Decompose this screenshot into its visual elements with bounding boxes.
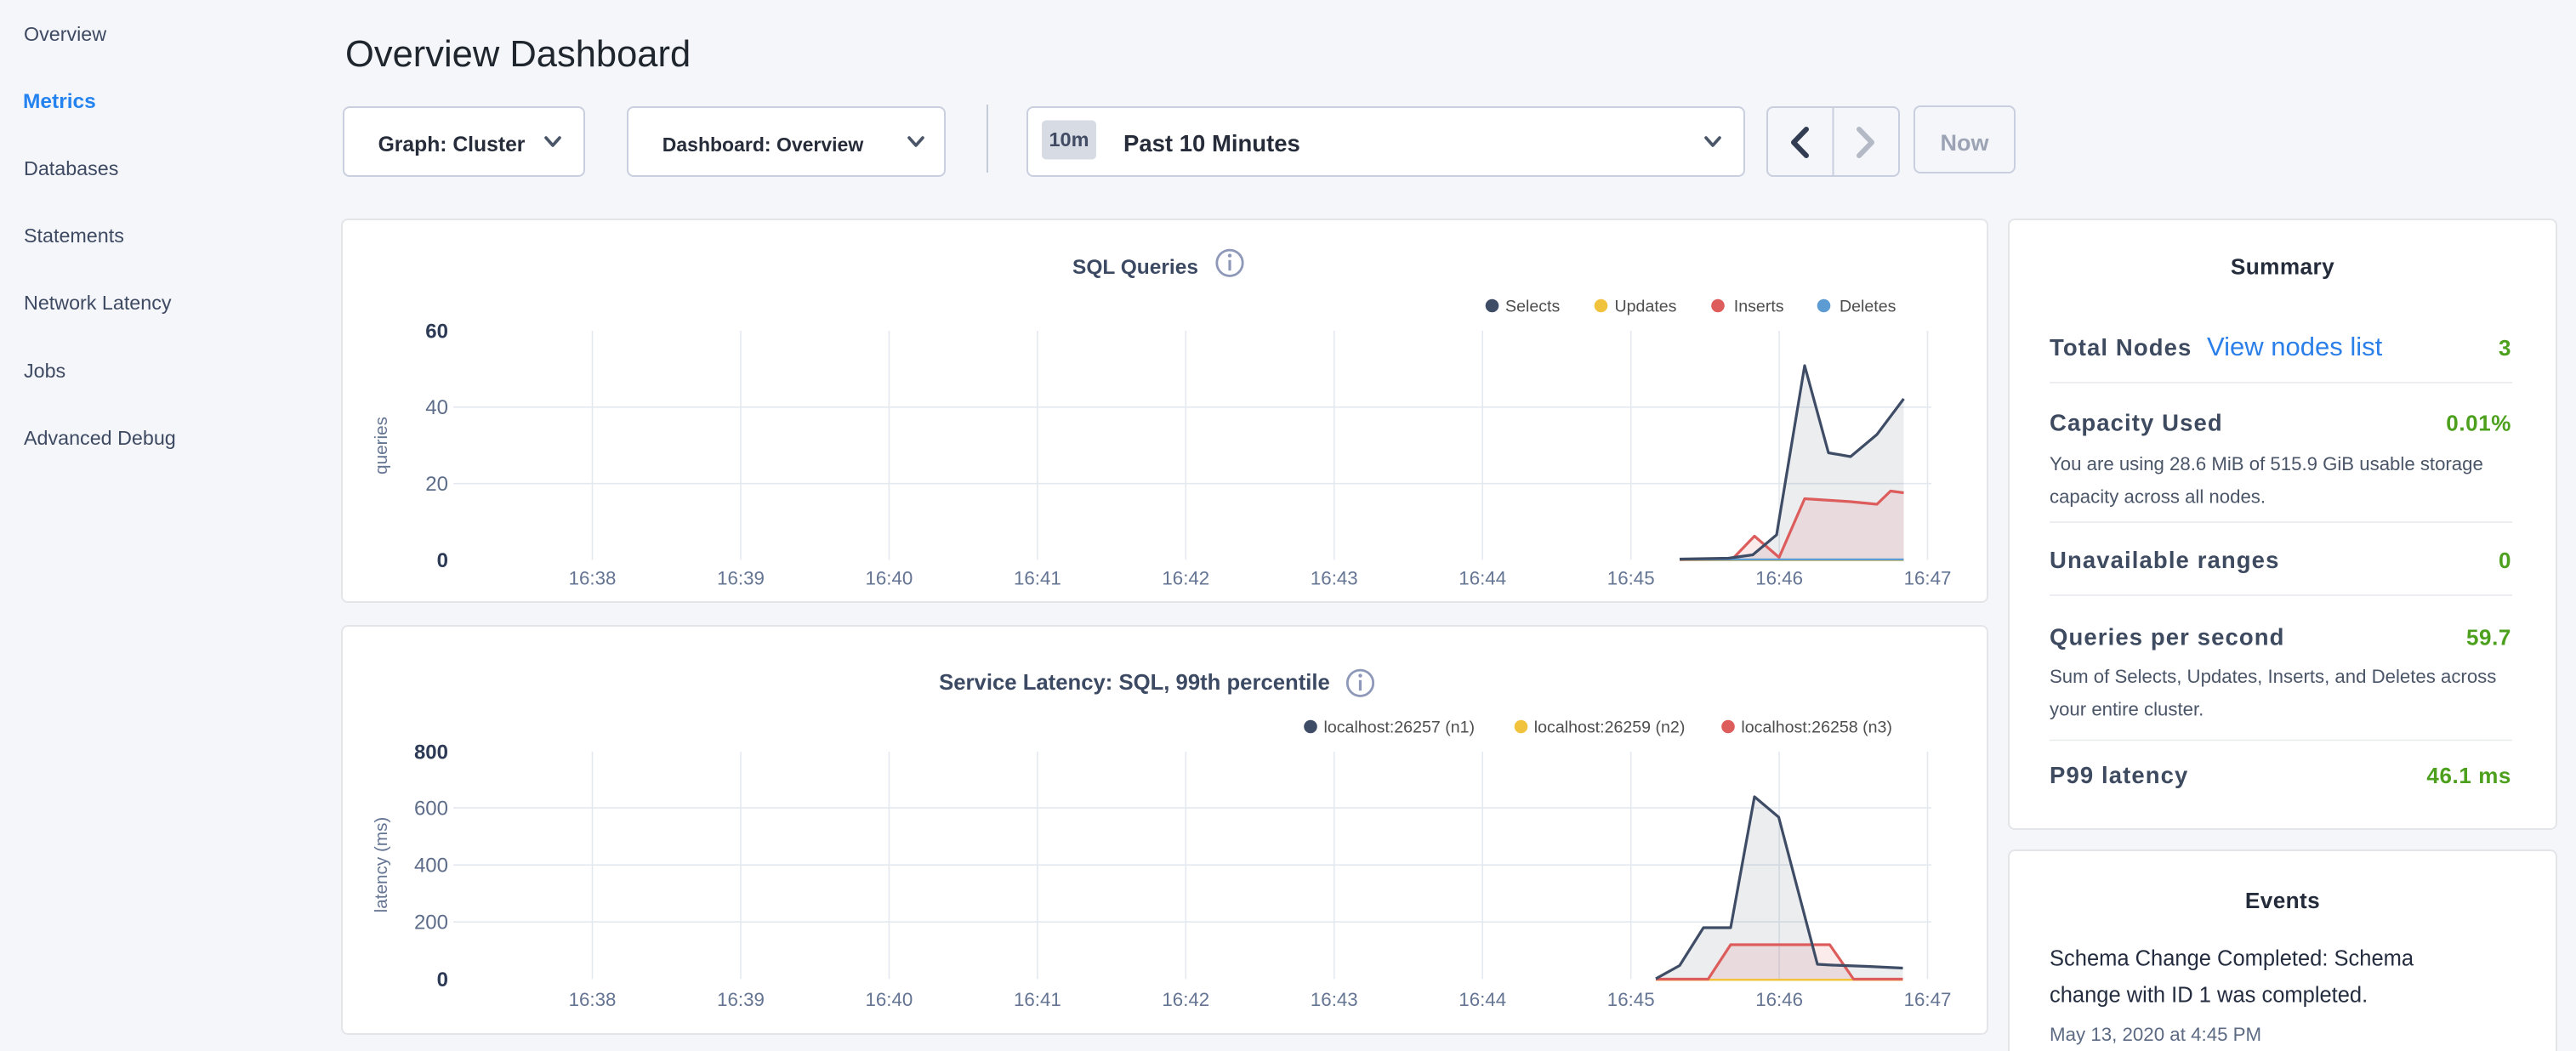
svg-text:0: 0 — [437, 549, 448, 572]
svg-text:400: 400 — [414, 855, 448, 878]
svg-text:latency (ms): latency (ms) — [372, 817, 391, 913]
svg-text:SQL Queries: SQL Queries — [1072, 256, 1198, 279]
svg-text:16:45: 16:45 — [1607, 568, 1655, 589]
svg-text:16:41: 16:41 — [1014, 989, 1061, 1010]
svg-text:16:47: 16:47 — [1904, 568, 1952, 589]
svg-text:You are using 28.6 MiB of 515.: You are using 28.6 MiB of 515.9 GiB usab… — [2050, 453, 2483, 474]
svg-text:16:42: 16:42 — [1162, 568, 1209, 589]
svg-text:Selects: Selects — [1505, 298, 1560, 316]
svg-text:Sum of Selects, Updates, Inser: Sum of Selects, Updates, Inserts, and De… — [2050, 666, 2496, 687]
svg-text:Past 10 Minutes: Past 10 Minutes — [1123, 130, 1300, 156]
svg-text:Overview: Overview — [24, 23, 106, 45]
svg-text:Events: Events — [2245, 888, 2320, 913]
svg-text:Summary: Summary — [2231, 254, 2334, 280]
svg-text:Updates: Updates — [1615, 298, 1677, 316]
svg-text:0.01%: 0.01% — [2446, 411, 2511, 436]
svg-text:16:43: 16:43 — [1311, 568, 1358, 589]
svg-text:16:40: 16:40 — [866, 568, 913, 589]
svg-text:200: 200 — [414, 912, 448, 935]
svg-text:16:44: 16:44 — [1459, 989, 1506, 1010]
svg-text:16:45: 16:45 — [1607, 989, 1655, 1010]
svg-text:capacity across all nodes.: capacity across all nodes. — [2050, 486, 2266, 508]
svg-text:16:47: 16:47 — [1904, 989, 1952, 1010]
svg-text:600: 600 — [414, 798, 448, 821]
svg-text:localhost:26259 (n2): localhost:26259 (n2) — [1534, 719, 1686, 737]
svg-text:Queries per second: Queries per second — [2050, 624, 2285, 650]
svg-text:Deletes: Deletes — [1840, 298, 1896, 316]
svg-text:46.1 ms: 46.1 ms — [2426, 763, 2511, 788]
svg-text:16:43: 16:43 — [1311, 989, 1358, 1010]
svg-text:Now: Now — [1941, 130, 1990, 156]
svg-text:16:42: 16:42 — [1162, 989, 1209, 1010]
svg-text:0: 0 — [2499, 548, 2511, 573]
svg-text:localhost:26258 (n3): localhost:26258 (n3) — [1741, 719, 1892, 737]
svg-text:16:46: 16:46 — [1755, 568, 1803, 589]
svg-text:10m: 10m — [1049, 128, 1089, 151]
svg-text:Schema Change Completed: Schem: Schema Change Completed: Schema — [2050, 947, 2414, 971]
svg-text:16:38: 16:38 — [569, 989, 617, 1010]
svg-text:Metrics: Metrics — [23, 90, 96, 113]
svg-text:3: 3 — [2499, 335, 2511, 361]
svg-text:16:40: 16:40 — [866, 989, 913, 1010]
svg-text:16:38: 16:38 — [569, 568, 617, 589]
svg-text:Databases: Databases — [24, 157, 118, 179]
svg-text:Network Latency: Network Latency — [24, 292, 172, 314]
svg-text:May 13, 2020 at 4:45 PM: May 13, 2020 at 4:45 PM — [2050, 1024, 2261, 1045]
svg-text:Unavailable ranges: Unavailable ranges — [2050, 547, 2279, 573]
svg-text:localhost:26257 (n1): localhost:26257 (n1) — [1324, 719, 1476, 737]
svg-text:16:46: 16:46 — [1755, 989, 1803, 1010]
svg-text:Advanced Debug: Advanced Debug — [24, 427, 176, 449]
svg-text:40: 40 — [425, 396, 448, 419]
svg-text:your entire cluster.: your entire cluster. — [2050, 699, 2204, 720]
svg-text:View nodes list: View nodes list — [2207, 332, 2383, 361]
svg-text:Service Latency: SQL, 99th per: Service Latency: SQL, 99th percentile — [939, 671, 1330, 695]
svg-text:Overview Dashboard: Overview Dashboard — [345, 34, 691, 75]
svg-text:Inserts: Inserts — [1734, 298, 1784, 316]
svg-text:change with ID 1 was completed: change with ID 1 was completed. — [2050, 984, 2368, 1008]
svg-text:20: 20 — [425, 473, 448, 496]
svg-text:queries: queries — [372, 417, 391, 474]
svg-text:Jobs: Jobs — [24, 360, 65, 382]
svg-text:Capacity Used: Capacity Used — [2050, 410, 2223, 436]
svg-text:59.7: 59.7 — [2466, 625, 2511, 650]
svg-text:Graph: Cluster: Graph: Cluster — [378, 134, 526, 156]
svg-text:16:41: 16:41 — [1014, 568, 1061, 589]
svg-text:Total Nodes: Total Nodes — [2050, 334, 2192, 361]
svg-text:Statements: Statements — [24, 224, 124, 247]
svg-text:60: 60 — [425, 320, 448, 343]
svg-text:0: 0 — [437, 969, 448, 991]
svg-text:16:44: 16:44 — [1459, 568, 1506, 589]
svg-text:16:39: 16:39 — [717, 989, 765, 1010]
svg-text:16:39: 16:39 — [717, 568, 765, 589]
svg-text:Dashboard: Overview: Dashboard: Overview — [662, 134, 864, 156]
svg-text:800: 800 — [414, 741, 448, 764]
svg-text:P99 latency: P99 latency — [2050, 762, 2188, 788]
